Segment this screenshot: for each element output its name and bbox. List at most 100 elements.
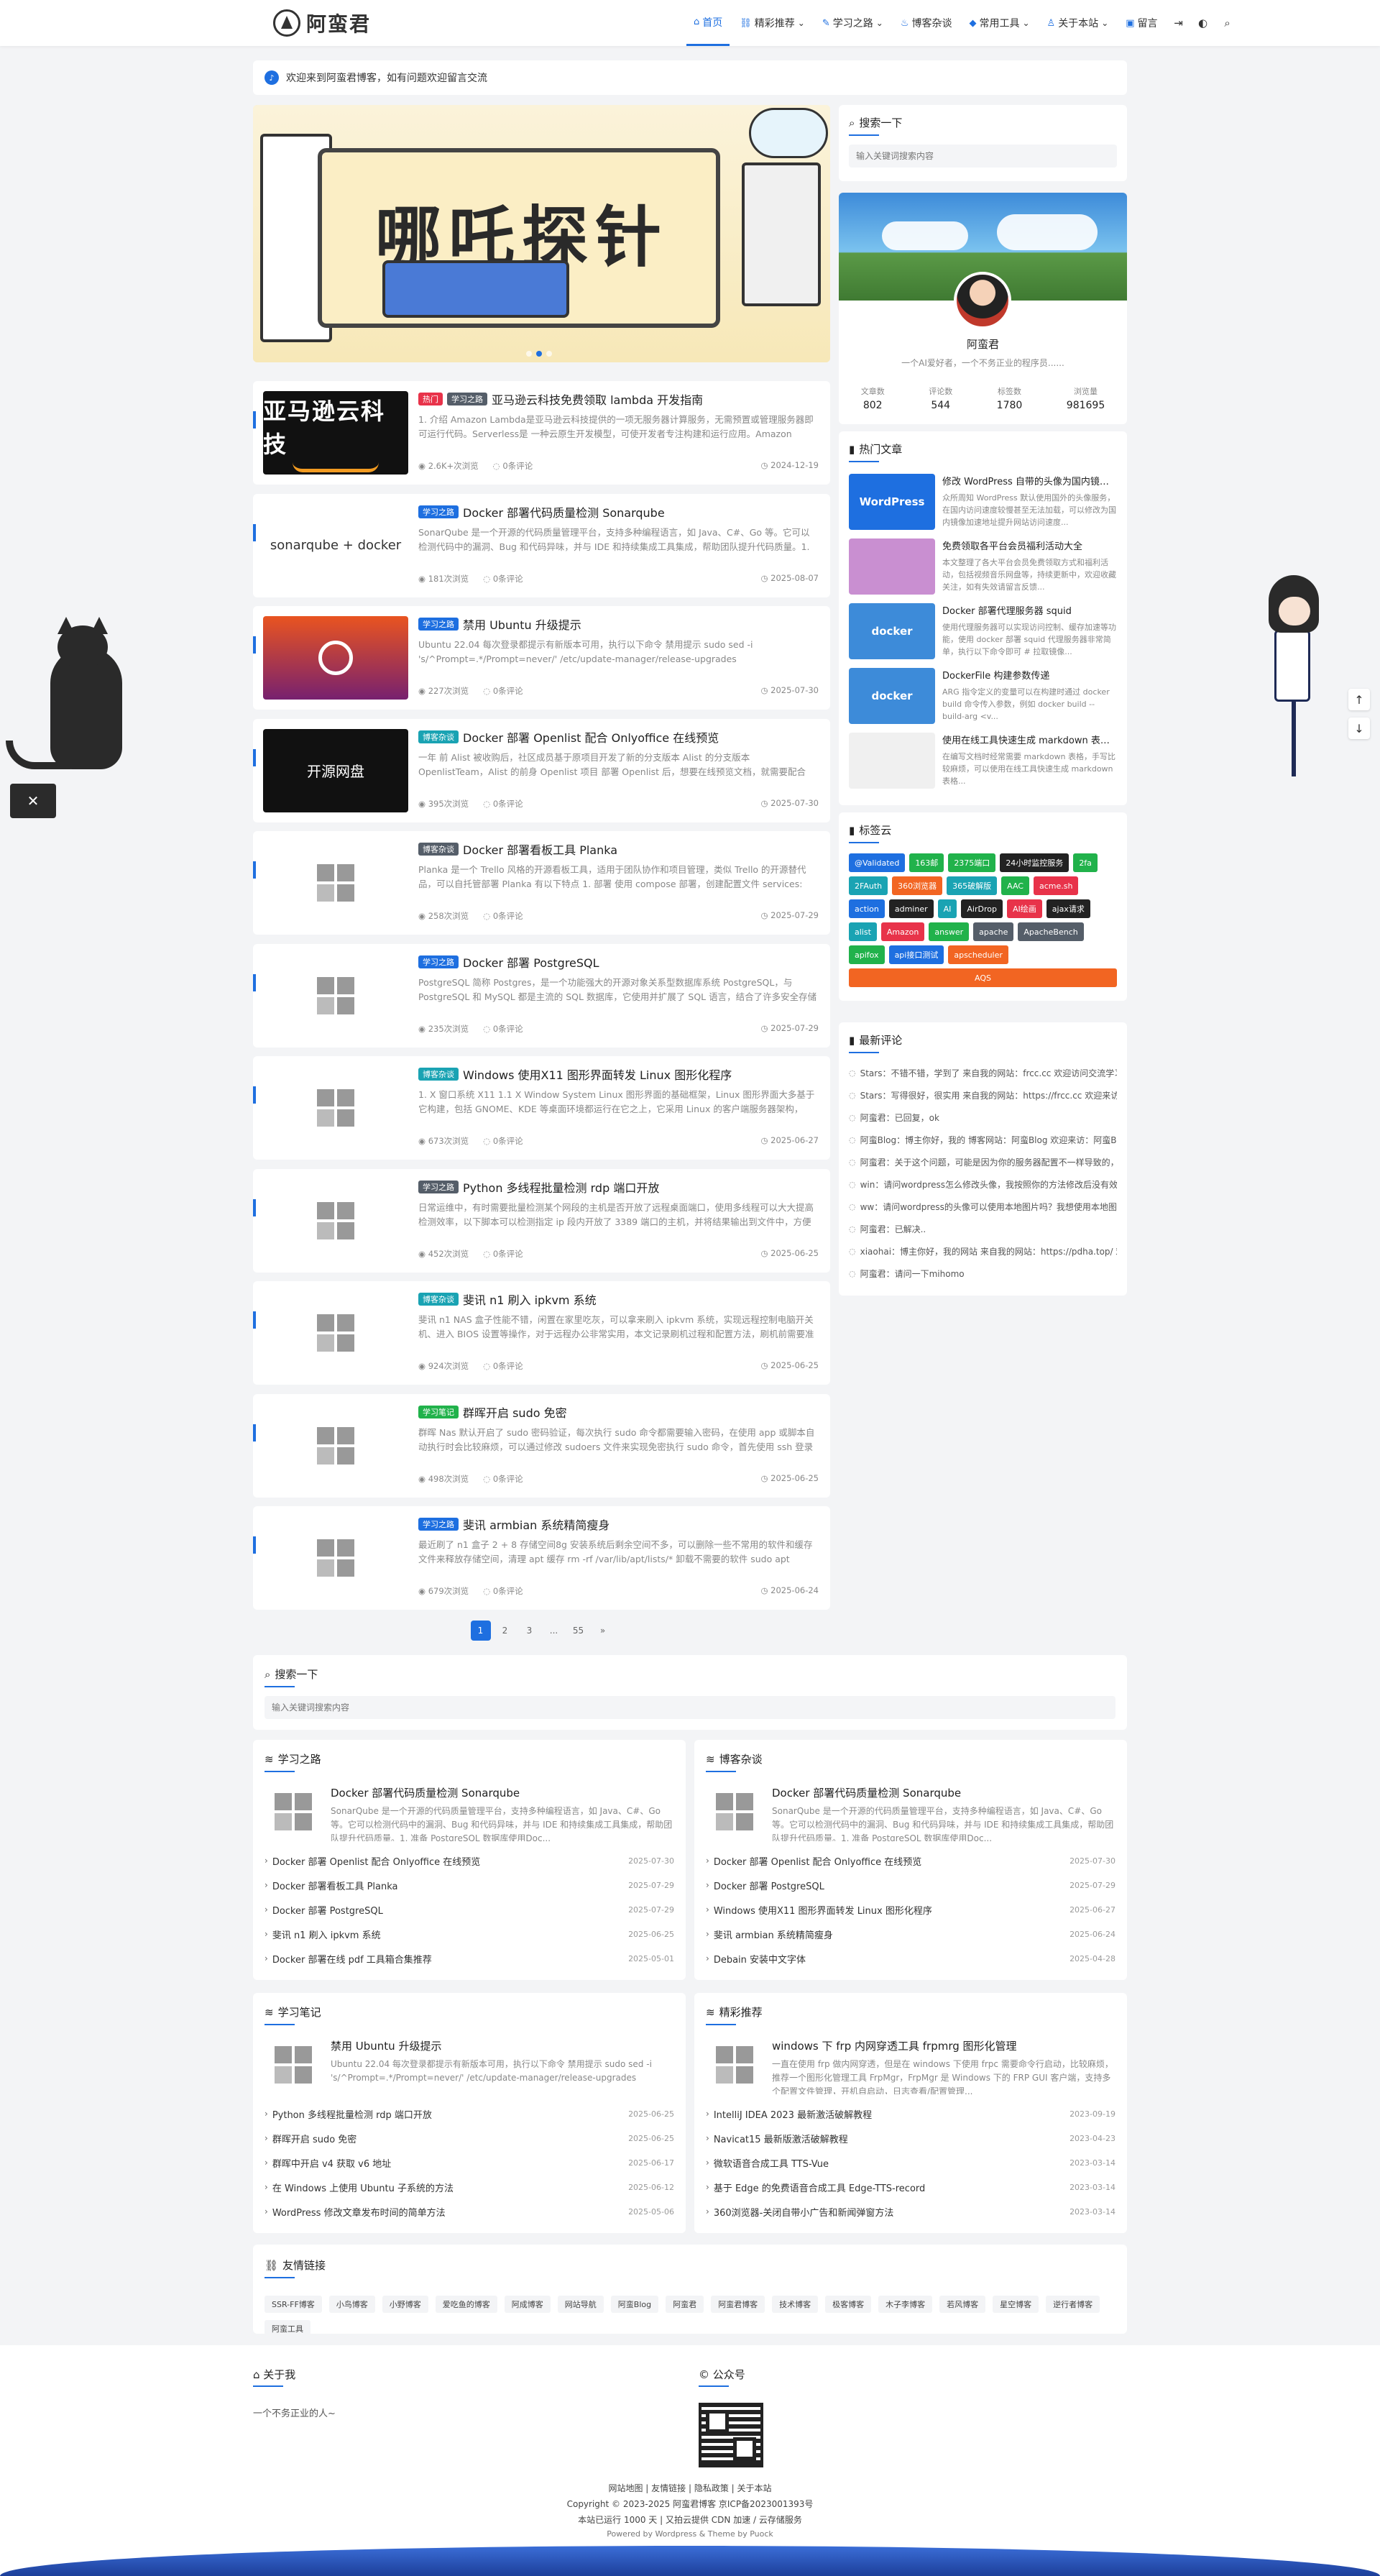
tag-chip[interactable]: AI (937, 899, 957, 918)
tag-chip[interactable]: 24小时监控服务 (1000, 853, 1070, 872)
hot-article-title[interactable]: 使用在线工具快速生成 markdown 表格和... (942, 733, 1117, 746)
hot-article-title[interactable]: Docker 部署代理服务器 squid (942, 603, 1117, 617)
featured-title[interactable]: Docker 部署代码质量检测 Sonarqube (772, 1785, 1116, 1800)
page-button[interactable]: 1 (470, 1621, 491, 1641)
category-list-item[interactable]: › Docker 部署 Openlist 配合 Onlyoffice 在线预览 20… (706, 1848, 1116, 1873)
article-thumbnail[interactable] (263, 1178, 408, 1262)
tag-chip[interactable]: apache (973, 922, 1014, 941)
comment-count[interactable]: ◌ 0条评论 (483, 1248, 523, 1260)
article-card[interactable]: 亚马逊云科技 热门 学习之路 亚马逊云科技免费领取 lambda 开发指南 1. 介绍 … (253, 381, 830, 485)
article-title[interactable]: 群晖开启 sudo 免密 (463, 1404, 567, 1420)
page-button[interactable]: 2 (495, 1621, 515, 1641)
tag-chip[interactable]: apscheduler (948, 945, 1008, 964)
friend-link[interactable]: 星空博客 (993, 2296, 1039, 2313)
featured-thumbnail[interactable] (264, 1784, 322, 1840)
friend-link[interactable]: 阿成博客 (504, 2296, 551, 2313)
search-button[interactable]: ⌕ (1217, 0, 1238, 46)
category-list-item[interactable]: › Python 多线程批量检测 rdp 端口开放 2025-06-25 (264, 2101, 674, 2126)
hot-article-item[interactable]: 免费领取各平台会员福利活动大全 本文整理了各大平台会员免费领取方式和福利活动，包括… (849, 538, 1117, 603)
tag-chip[interactable]: apifox (849, 945, 885, 964)
hot-article-item[interactable]: WordPress修改 WordPress 自带的头像为国内镜像加速地址众所周知… (849, 474, 1117, 538)
article-card[interactable]: 学习之路 Python 多线程批量检测 rdp 端口开放 日常运维中，有时需要批量检… (253, 1168, 830, 1273)
comment-count[interactable]: ◌ 0条评论 (493, 460, 533, 472)
cat-mascot[interactable] (0, 604, 137, 776)
category-tag[interactable]: 学习之路 (418, 505, 459, 518)
article-thumbnail[interactable] (263, 1291, 408, 1375)
category-list-item[interactable]: › 群晖中开启 v4 获取 v6 地址 2025-06-17 (264, 2150, 674, 2175)
article-title[interactable]: 斐讯 armbian 系统精简瘦身 (463, 1516, 610, 1532)
category-list-item[interactable]: › IntelliJ IDEA 2023 最新激活破解教程 2023-09-19 (706, 2101, 1116, 2126)
featured-thumbnail[interactable] (706, 1784, 763, 1840)
banner-dot[interactable] (546, 351, 552, 357)
comment-item[interactable]: ◌ 阿蛮君：关于这个问题，可能是因为你的服务器配置不一样导致的，可以尝试一下 wp… (849, 1151, 1117, 1173)
category-tag[interactable]: 学习之路 (418, 1180, 459, 1193)
category-list-item[interactable]: › Windows 使用X11 图形界面转发 Linux 图形化程序 2025-06… (706, 1897, 1116, 1922)
category-tag[interactable]: 学习之路 (418, 618, 459, 631)
article-card[interactable]: 学习之路 斐讯 armbian 系统精简瘦身 最近刷了 n1 盒子 2 + 8 存储… (253, 1506, 830, 1610)
scroll-top-button[interactable]: ↑ (1348, 689, 1370, 710)
comment-count[interactable]: ◌ 0条评论 (483, 910, 523, 922)
article-card[interactable]: 开源网盘 博客杂谈 Docker 部署 Openlist 配合 Onlyoffice… (253, 718, 830, 822)
hot-article-item[interactable]: 使用在线工具快速生成 markdown 表格和... 在编写文档时经常需要 mar… (849, 733, 1117, 797)
category-list-item[interactable]: › Docker 部署 PostgreSQL 2025-07-29 (706, 1873, 1116, 1897)
category-tag[interactable]: 博客杂谈 (418, 730, 459, 743)
category-list-item[interactable]: › 斐讯 n1 刷入 ipkvm 系统 2025-06-25 (264, 1922, 674, 1946)
nav-item-6[interactable]: ▣ 留言 (1118, 0, 1164, 46)
friend-link[interactable]: 技术博客 (772, 2296, 819, 2313)
tag-chip[interactable]: 2fa (1073, 853, 1098, 872)
article-title[interactable]: 禁用 Ubuntu 升级提示 (463, 616, 581, 632)
category-list-item[interactable]: › Docker 部署看板工具 Planka 2025-07-29 (264, 1873, 674, 1897)
tag-chip[interactable]: answer (929, 922, 970, 941)
category-list-item[interactable]: › 斐讯 armbian 系统精简瘦身 2025-06-24 (706, 1922, 1116, 1946)
tag-chip[interactable]: api接口测试 (888, 945, 944, 964)
scroll-bottom-button[interactable]: ↓ (1348, 718, 1370, 739)
article-card[interactable]: 博客杂谈 Windows 使用X11 图形界面转发 Linux 图形化程序 1. X… (253, 1056, 830, 1160)
friend-link[interactable]: 若风博客 (939, 2296, 986, 2313)
comment-count[interactable]: ◌ 0条评论 (483, 1473, 523, 1485)
comment-item[interactable]: ◌ 阿蛮Blog：博主你好，我的 博客网站：阿蛮Blog 欢迎来访：阿蛮Blog … (849, 1129, 1117, 1151)
tag-chip[interactable]: 2375端口 (948, 853, 996, 872)
featured-title[interactable]: windows 下 frp 内网穿透工具 frpmrg 图形化管理 (772, 2038, 1116, 2053)
notice-text[interactable]: 欢迎来到阿蛮君博客，如有问题欢迎留言交流 (286, 70, 487, 85)
article-title[interactable]: Docker 部署看板工具 Planka (463, 841, 617, 857)
category-list-item[interactable]: › Navicat15 最新版激活破解教程 2023-04-23 (706, 2126, 1116, 2150)
featured-title[interactable]: Docker 部署代码质量检测 Sonarqube (331, 1785, 674, 1800)
featured-thumbnail[interactable] (706, 2037, 763, 2093)
category-list-item[interactable]: › 微软语音合成工具 TTS-Vue 2023-03-14 (706, 2150, 1116, 2175)
article-thumbnail[interactable] (263, 1066, 408, 1150)
login-button[interactable]: ⇥ (1168, 0, 1190, 46)
comment-count[interactable]: ◌ 0条评论 (483, 1585, 523, 1597)
article-card[interactable]: 学习之路 禁用 Ubuntu 升级提示 Ubuntu 22.04 每次登录都提示有新… (253, 606, 830, 710)
category-featured[interactable]: Docker 部署代码质量检测 Sonarqube SonarQube 是一个开源… (264, 1784, 674, 1841)
sidebar-search-input[interactable] (849, 145, 1117, 168)
category-tag[interactable]: 学习笔记 (418, 1405, 459, 1418)
tag-chip[interactable]: AI绘画 (1006, 899, 1042, 918)
tag-chip[interactable]: AirDrop (961, 899, 1003, 918)
category-list-item[interactable]: › Docker 部署 PostgreSQL 2025-07-29 (264, 1897, 674, 1922)
comment-item[interactable]: ◌ 阿蛮君：已解决.. (849, 1218, 1117, 1240)
hot-article-title[interactable]: DockerFile 构建参数传递 (942, 668, 1117, 682)
article-title[interactable]: Docker 部署代码质量检测 Sonarqube (463, 504, 665, 520)
comment-item[interactable]: ◌ Stars：不错不错，学到了 来自我的网站：frcc.cc 欢迎访问交流学习技… (849, 1062, 1117, 1084)
article-thumbnail[interactable] (263, 1516, 408, 1600)
article-thumbnail[interactable] (263, 1403, 408, 1488)
footer-links[interactable]: 网站地图 | 友情链接 | 隐私政策 | 关于本站 (0, 2482, 1380, 2494)
category-tag[interactable]: 学习之路 (447, 393, 487, 405)
nav-item-0[interactable]: ⌂ 首页 (686, 0, 730, 46)
tag-chip[interactable]: acme.sh (1033, 876, 1079, 895)
category-list-item[interactable]: › 基于 Edge 的免费语音合成工具 Edge-TTS-record 2023-0… (706, 2175, 1116, 2199)
friend-link[interactable]: 逆行者博客 (1046, 2296, 1100, 2313)
friend-link[interactable]: 木子李博客 (878, 2296, 933, 2313)
comment-item[interactable]: ◌ 阿蛮君：已回复，ok (849, 1106, 1117, 1129)
article-thumbnail[interactable]: sonarqube + docker (263, 503, 408, 587)
article-title[interactable]: Python 多线程批量检测 rdp 端口开放 (463, 1179, 659, 1195)
tag-chip[interactable]: @Validated (849, 853, 906, 872)
comment-count[interactable]: ◌ 0条评论 (483, 685, 523, 697)
featured-title[interactable]: 禁用 Ubuntu 升级提示 (331, 2038, 674, 2053)
hot-article-thumbnail[interactable]: WordPress (849, 474, 935, 530)
article-card[interactable]: 博客杂谈 Docker 部署看板工具 Planka Planka 是一个 Trell… (253, 831, 830, 935)
category-featured[interactable]: 禁用 Ubuntu 升级提示 Ubuntu 22.04 每次登录都提示有新版本可用… (264, 2037, 674, 2094)
tag-chip[interactable]: 163邮 (909, 853, 944, 872)
friend-link[interactable]: 爱吃鱼的博客 (435, 2296, 497, 2313)
bottom-search-input[interactable] (264, 1696, 1116, 1719)
